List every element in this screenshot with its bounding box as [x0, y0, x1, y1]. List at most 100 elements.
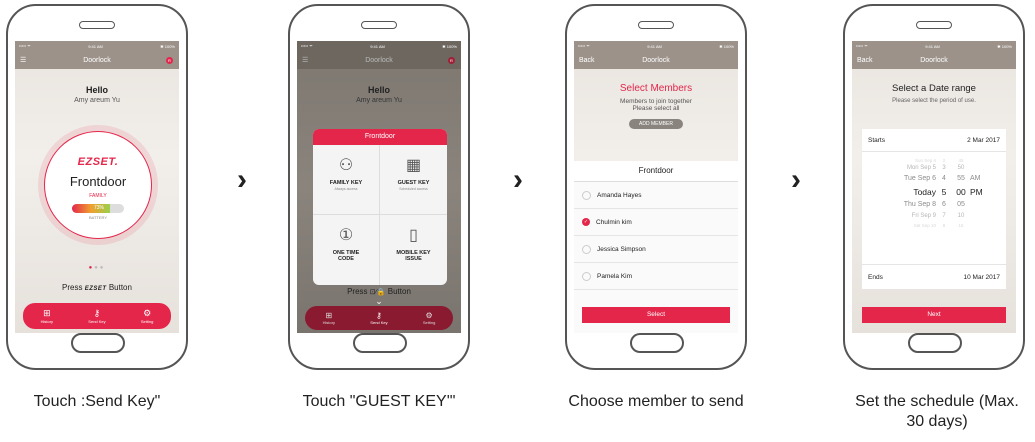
family-key-sub: Always access	[334, 187, 358, 191]
popup-grid: ⚇ FAMILY KEY Always access ▦ GUEST KEY S…	[313, 145, 447, 285]
greeting: Hello	[85, 85, 108, 95]
hamburger-icon[interactable]: ☰	[302, 56, 308, 64]
picker-ampm: PM	[970, 187, 983, 197]
member-row[interactable]: Pamela Kim	[574, 263, 738, 290]
door-dial[interactable]: EZSET. Frontdoor FAMILY 73% BATTERY	[44, 131, 152, 239]
bottom-tab-bar: ⊞ History ⚷ Send Key ⚙ Setting	[305, 306, 453, 330]
picker-hour: 7	[942, 213, 946, 219]
tab-history[interactable]: ⊞ History	[41, 308, 53, 324]
phone-frame-3: ••••• ᯤ 9:41 AM ✱ 100% Back Doorlock Sel…	[565, 4, 747, 370]
notification-icon[interactable]: R	[448, 56, 455, 64]
ends-label: Ends	[868, 273, 883, 281]
mobile-key-label: MOBILE KEY ISSUE	[396, 250, 431, 262]
press-prefix: Press	[347, 287, 368, 296]
tab-history[interactable]: ⊞ History	[323, 311, 335, 325]
status-bar: ••••• ᯤ 9:41 AM ✱ 100%	[574, 41, 738, 51]
starts-label: Starts	[868, 136, 885, 144]
history-icon: ⊞	[325, 311, 333, 320]
battery-text: ✱ 100%	[442, 43, 457, 49]
tab-send-key[interactable]: ⚷ Send Key	[370, 311, 387, 325]
notification-icon[interactable]: R	[166, 56, 173, 64]
back-button[interactable]: Back	[579, 57, 595, 64]
picker-row: Thu Sep 8 6 05	[862, 201, 1006, 213]
press-button-hint: Press ⊡⁄🔒 Button	[297, 287, 461, 296]
battery-text: ✱ 100%	[160, 43, 175, 49]
picker-row-selected: Today 5 00 PM	[862, 187, 1006, 201]
nav-bar: Back Doorlock	[574, 51, 738, 69]
battery-percent: 73%	[94, 205, 105, 211]
picker-minute: 50	[957, 165, 965, 171]
screen-select-members: ••••• ᯤ 9:41 AM ✱ 100% Back Doorlock Sel…	[574, 41, 738, 333]
bottom-tab-bar: ⊞ History ⚷ Send Key ⚙ Setting	[23, 303, 171, 329]
time-text: 9:41 AM	[647, 43, 662, 49]
member-row[interactable]: Amanda Hayes	[574, 182, 738, 209]
send-key-icon: ⚷	[376, 311, 382, 320]
mobile-key-icon: ▯	[409, 227, 418, 244]
ends-row[interactable]: Ends 10 Mar 2017	[862, 264, 1006, 289]
status-bar: ••••• ᯤ 9:41 AM ✱ 100%	[852, 41, 1016, 51]
picker-day: Mon Sep 5	[906, 165, 936, 171]
picker-row: Sun Sep 4 2 45	[862, 158, 1006, 165]
home-button[interactable]	[353, 333, 407, 353]
member-row[interactable]: ✓ Chulmin kim	[574, 209, 738, 236]
battery-text: ✱ 100%	[719, 43, 734, 49]
select-button[interactable]: Select	[582, 307, 730, 323]
guest-key-option[interactable]: ▦ GUEST KEY Scheduled access	[380, 145, 447, 215]
family-key-icon: ⚇	[338, 157, 354, 174]
picker-hour: 5	[941, 187, 947, 197]
screen-send-key-popup: ••••• ᯤ 9:41 AM ✱ 100% ☰ Doorlock R Hell…	[297, 41, 461, 333]
member-row[interactable]: Jessica Simpson	[574, 236, 738, 263]
radio-unchecked-icon	[582, 244, 591, 254]
carrier-text: ••••• ᯤ	[19, 43, 31, 48]
hamburger-icon[interactable]: ☰	[20, 56, 26, 64]
picker-ampm	[970, 213, 992, 223]
door-name: Frontdoor	[69, 174, 127, 189]
screen-home: ••••• ᯤ 9:41 AM ✱ 100% ☰ Doorlock R Hell…	[15, 41, 179, 333]
battery-bar: 73%	[72, 204, 124, 213]
press-button-hint: Press EZSET Button	[15, 283, 179, 292]
phone-frame-2: ••••• ᯤ 9:41 AM ✱ 100% ☰ Doorlock R Hell…	[288, 4, 470, 370]
tab-setting[interactable]: ⚙ Setting	[141, 308, 153, 324]
next-button[interactable]: Next	[862, 307, 1006, 323]
one-time-code-option[interactable]: ① ONE TIME CODE	[313, 215, 380, 285]
arrow-1: ›	[237, 163, 247, 196]
tab-setting[interactable]: ⚙ Setting	[423, 311, 435, 325]
date-time-picker[interactable]: Sun Sep 4 2 45 Mon Sep 5 3 50 Tue Sep 6 4 55 AM…	[862, 152, 1006, 230]
arrow-2: ›	[513, 163, 523, 196]
picker-minute: 10	[957, 213, 965, 219]
radio-unchecked-icon	[582, 190, 591, 200]
lock-icon: ⊡⁄🔒	[369, 289, 386, 296]
tab-send-key[interactable]: ⚷ Send Key	[88, 308, 105, 324]
add-member-button[interactable]: ADD MEMBER	[629, 119, 683, 129]
carrier-text: ••••• ᯤ	[301, 43, 313, 48]
page-dot: ●●	[94, 265, 106, 271]
popup-title: Frontdoor	[313, 129, 447, 145]
tab-setting-label: Setting	[422, 320, 436, 325]
phone-frame-1: ••••• ᯤ 9:41 AM ✱ 100% ☰ Doorlock R Hell…	[6, 4, 188, 370]
carrier-text: ••••• ᯤ	[856, 43, 868, 48]
back-button[interactable]: Back	[857, 57, 873, 64]
nav-title: Doorlock	[365, 56, 393, 64]
starts-row[interactable]: Starts 2 Mar 2017	[862, 129, 1006, 152]
picker-ampm	[970, 158, 992, 165]
radio-unchecked-icon	[582, 271, 591, 281]
picker-row: Tue Sep 6 4 55 AM	[862, 175, 1006, 187]
home-button[interactable]	[630, 333, 684, 353]
time-text: 9:41 AM	[370, 43, 385, 49]
home-button[interactable]	[71, 333, 125, 353]
status-bar: ••••• ᯤ 9:41 AM ✱ 100%	[297, 41, 461, 51]
nav-bar: ☰ Doorlock R	[297, 51, 461, 69]
member-name: Jessica Simpson	[597, 245, 646, 253]
family-key-option[interactable]: ⚇ FAMILY KEY Always access	[313, 145, 380, 215]
guest-key-sub: Scheduled access	[399, 187, 428, 191]
mobile-key-option[interactable]: ▯ MOBILE KEY ISSUE	[380, 215, 447, 285]
time-text: 9:41 AM	[88, 43, 103, 49]
setting-icon: ⚙	[143, 308, 152, 318]
history-icon: ⊞	[43, 308, 51, 318]
picker-minute: 05	[957, 201, 965, 208]
caption-send-key: Touch :Send Key"	[33, 393, 161, 410]
one-time-code-label: ONE TIME CODE	[332, 250, 360, 262]
home-button[interactable]	[908, 333, 962, 353]
battery-text: ✱ 100%	[997, 43, 1012, 49]
caption-set-schedule: Set the schedule (Max. 30 days)	[855, 393, 1019, 430]
